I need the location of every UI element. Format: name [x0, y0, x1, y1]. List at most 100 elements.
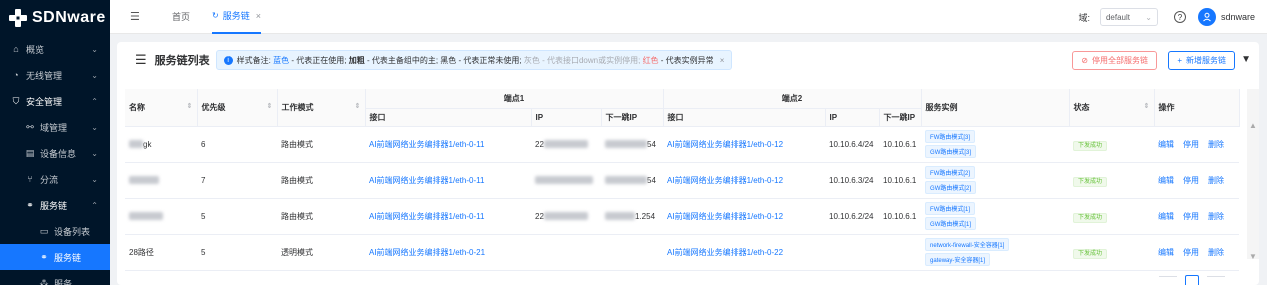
cell-ops: 编辑 停用 删除 [1154, 234, 1240, 271]
sort-icon[interactable]: ⇕ [1144, 102, 1150, 110]
col-status[interactable]: 状态 ⇕ [1069, 89, 1155, 127]
instance-tag[interactable]: FW路由模式[3] [925, 130, 976, 143]
edit-link[interactable]: 编辑 [1158, 140, 1174, 149]
edit-link[interactable]: 编辑 [1158, 212, 1174, 221]
instance-tag[interactable]: network-firewall-安全容器[1] [925, 238, 1010, 251]
sidebar-item-device-info[interactable]: ▤ 设备信息 ⌄ [0, 140, 110, 166]
cell-ops: 编辑 停用 删除 [1154, 162, 1240, 199]
cell-e1-iface[interactable]: AI前端网络业务编排器1/eth-0-11 [365, 162, 531, 199]
status-badge: 下发成功 [1073, 176, 1108, 187]
cell-instances: FW路由模式[2] GW路由模式[2] [921, 162, 1070, 199]
close-icon[interactable]: × [720, 56, 725, 65]
instance-tag[interactable]: gateway-安全容器[1] [925, 253, 991, 266]
instance-tag[interactable]: FW路由模式[2] [925, 166, 976, 179]
table-row[interactable]: 7 路由模式 AI前端网络业务编排器1/eth-0-11 54 AI前端网络业务… [125, 162, 1240, 199]
cell-e2-iface[interactable]: AI前端网络业务编排器1/eth-0-12 [663, 198, 826, 235]
cell-e2-iface[interactable]: AI前端网络业务编排器1/eth-0-22 [663, 234, 826, 271]
instance-tag[interactable]: GW路由模式[2] [925, 181, 977, 194]
tab-home[interactable]: 首页 [172, 0, 190, 34]
stop-all-label: 停用全部服务链 [1092, 56, 1148, 65]
chevron-down-icon: ⌄ [91, 70, 98, 80]
sidebar-item-wireless[interactable]: ◔ 无线管理 ⌄ [0, 62, 110, 88]
table-row[interactable]: gk 6 路由模式 AI前端网络业务编排器1/eth-0-11 22 54 AI… [125, 126, 1240, 163]
cell-name: gk [125, 126, 197, 163]
sidebar-item-device-list[interactable]: ▭ 设备列表 [0, 218, 110, 244]
help-icon[interactable]: ? [1173, 11, 1186, 23]
col-name[interactable]: 名称 ⇕ [125, 89, 198, 127]
cell-name-text: gk [143, 139, 152, 149]
app-root: SDNware ⌂ 概览 ⌄ ◔ 无线管理 ⌄ ⛉ 安全管理 ⌃ ⚯ 域管理 ⌄… [0, 0, 1267, 285]
legend-blue-desc: - 代表正在使用; [291, 55, 347, 65]
delete-link[interactable]: 删除 [1208, 176, 1224, 185]
instance-tag[interactable]: FW路由模式[1] [925, 202, 976, 215]
sidebar-item-security[interactable]: ⛉ 安全管理 ⌃ [0, 88, 110, 114]
sort-icon[interactable]: ⇕ [187, 102, 193, 110]
sidebar-item-service-chain[interactable]: ⚭ 服务链 [0, 244, 110, 270]
chevron-down-icon: ⌄ [91, 122, 98, 132]
table-row[interactable]: 5 路由模式 AI前端网络业务编排器1/eth-0-11 22 1.254 AI… [125, 198, 1240, 235]
cell-priority: 6 [197, 126, 277, 163]
stop-all-button[interactable]: ⊘ 停用全部服务链 [1072, 51, 1157, 70]
menu-collapse-icon[interactable]: ☰ [130, 10, 142, 23]
legend-red-word: 红色 [642, 55, 659, 65]
cell-e1-iface[interactable]: AI前端网络业务编排器1/eth-0-11 [365, 126, 531, 163]
add-service-chain-button[interactable]: + 新增服务链 [1168, 51, 1235, 70]
instance-tag[interactable]: GW路由模式[3] [925, 145, 977, 158]
legend-blue-word: 蓝色 [273, 55, 290, 65]
delete-link[interactable]: 删除 [1208, 212, 1224, 221]
username[interactable]: sdnware [1221, 12, 1255, 22]
avatar[interactable] [1197, 8, 1216, 26]
tab-service-chain[interactable]: ↻ 服务链 × [212, 0, 261, 34]
sidebar-item-service-chain-group[interactable]: ⚭ 服务链 ⌃ [0, 192, 110, 218]
edit-link[interactable]: 编辑 [1158, 248, 1174, 257]
scroll-down-icon[interactable]: ▼ [1249, 252, 1257, 261]
add-label: 新增服务链 [1186, 56, 1226, 65]
page-jump-input[interactable] [1207, 276, 1225, 285]
cell-status: 下发成功 [1069, 126, 1155, 163]
cluster-icon: ⁂ [39, 277, 49, 285]
sidebar-item-split[interactable]: ⑂ 分流 ⌄ [0, 166, 110, 192]
page-title: 服务链列表 [154, 55, 210, 67]
cell-e1-nexthop-text: 54 [647, 139, 656, 149]
delete-link[interactable]: 删除 [1208, 140, 1224, 149]
disable-link[interactable]: 停用 [1183, 212, 1199, 221]
status-badge: 下发成功 [1073, 140, 1108, 151]
monitor-icon: ▭ [39, 225, 49, 236]
disable-link[interactable]: 停用 [1183, 176, 1199, 185]
table-row[interactable]: 28路径 5 透明模式 AI前端网络业务编排器1/eth-0-21 AI前端网络… [125, 234, 1240, 271]
sidebar-item-domain[interactable]: ⚯ 域管理 ⌄ [0, 114, 110, 140]
col-priority[interactable]: 优先级 ⇕ [197, 89, 278, 127]
disable-link[interactable]: 停用 [1183, 248, 1199, 257]
filter-icon[interactable]: ▼ [1241, 54, 1251, 65]
col-mode[interactable]: 工作模式 ⇕ [277, 89, 366, 127]
cell-e1-iface[interactable]: AI前端网络业务编排器1/eth-0-11 [365, 198, 531, 235]
page-button[interactable] [1185, 275, 1199, 285]
sidebar-item-label: 服务链 [40, 200, 68, 211]
col-e2-iface: 接口 [663, 108, 826, 127]
chevron-down-icon: ⌄ [91, 148, 98, 158]
reload-icon[interactable]: ↻ [212, 11, 219, 20]
cell-status: 下发成功 [1069, 198, 1155, 235]
vertical-scrollbar[interactable]: ▲ ▼ [1247, 89, 1259, 261]
cell-mode: 路由模式 [277, 162, 365, 199]
instance-tag[interactable]: GW路由模式[1] [925, 217, 977, 230]
cell-e1-iface[interactable]: AI前端网络业务编排器1/eth-0-21 [365, 234, 531, 271]
edit-link[interactable]: 编辑 [1158, 176, 1174, 185]
cell-e2-iface[interactable]: AI前端网络业务编排器1/eth-0-12 [663, 126, 826, 163]
sort-icon[interactable]: ⇕ [355, 102, 361, 110]
cell-e1-ip-text: 22 [535, 211, 544, 221]
sidebar-item-overview[interactable]: ⌂ 概览 ⌄ [0, 36, 110, 62]
sort-icon[interactable]: ⇕ [267, 102, 273, 110]
brand-logo[interactable]: SDNware [0, 0, 110, 36]
sidebar-item-service[interactable]: ⁂ 服务 [0, 270, 110, 285]
cell-mode: 路由模式 [277, 126, 365, 163]
cell-e1-ip: 22 [531, 126, 601, 163]
disable-link[interactable]: 停用 [1183, 140, 1199, 149]
domain-select[interactable]: default ⌄ [1099, 8, 1158, 26]
cell-ops: 编辑 停用 删除 [1154, 126, 1240, 163]
close-icon[interactable]: × [256, 11, 261, 21]
delete-link[interactable]: 删除 [1208, 248, 1224, 257]
cell-e2-iface[interactable]: AI前端网络业务编排器1/eth-0-12 [663, 162, 826, 199]
scroll-up-icon[interactable]: ▲ [1249, 121, 1257, 130]
page-size-select[interactable] [1159, 276, 1177, 285]
